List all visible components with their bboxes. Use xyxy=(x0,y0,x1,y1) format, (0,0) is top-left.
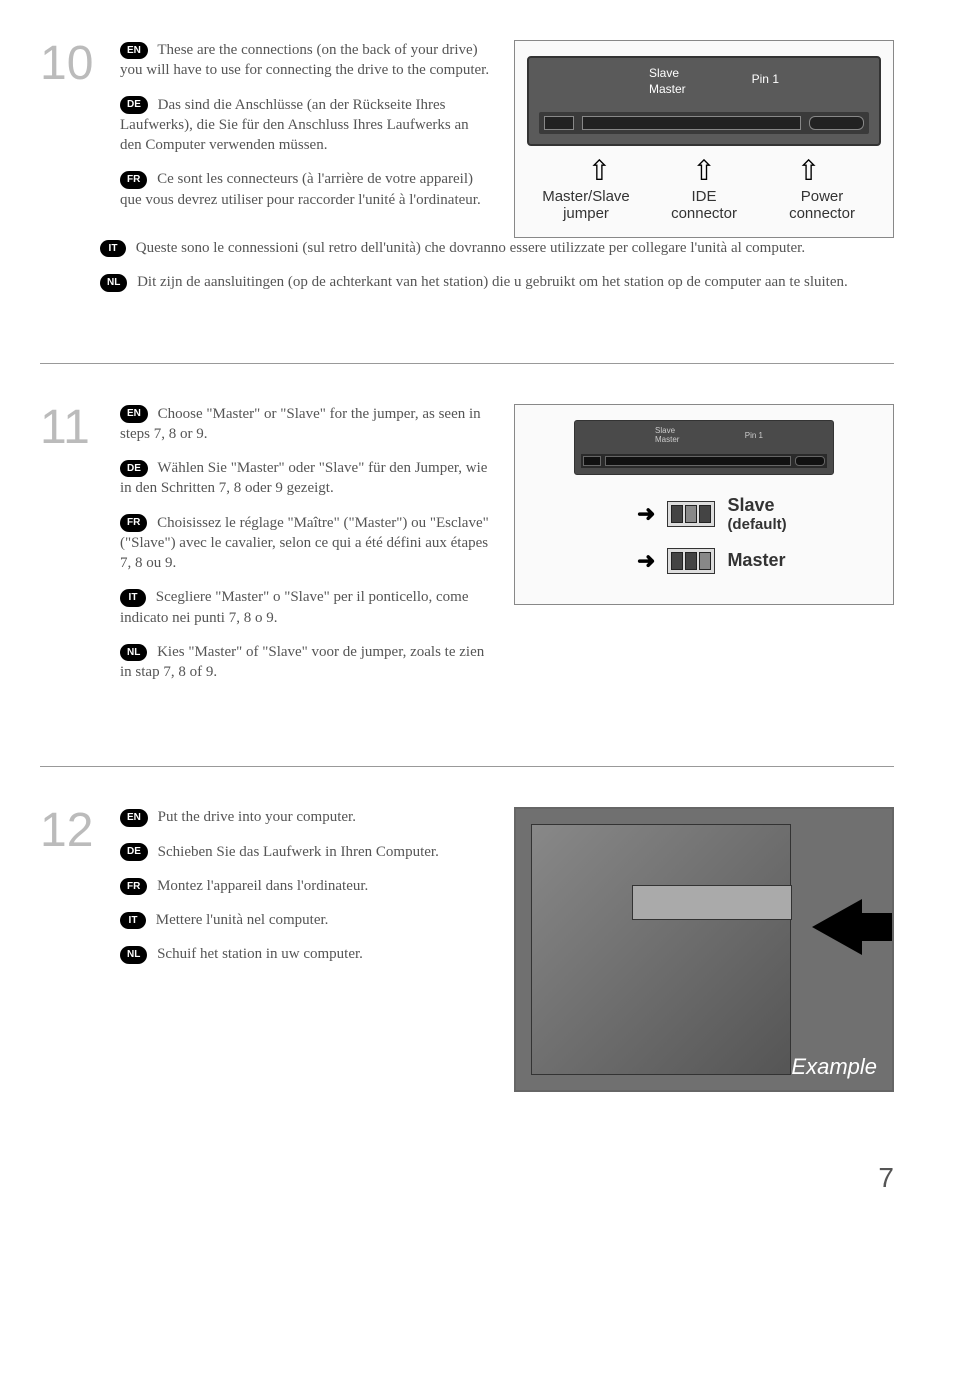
step-11-en: EN Choose "Master" or "Slave" for the ju… xyxy=(120,404,494,445)
step-11-it: IT Scegliere "Master" o "Slave" per il p… xyxy=(120,587,494,628)
text-nl: Dit zijn de aansluitingen (op de achterk… xyxy=(137,274,848,290)
drive-back-view: Slave Master Pin 1 xyxy=(527,56,881,146)
drive-bay-icon xyxy=(632,885,792,920)
text-it: Mettere l'unità nel computer. xyxy=(156,912,329,928)
step-number-11: 11 xyxy=(40,404,100,697)
mini-ide-icon xyxy=(605,456,791,466)
mini-pin-label: Pin 1 xyxy=(745,431,763,440)
step-10: 10 EN These are the connections (on the … xyxy=(40,40,894,293)
pin1-label: Pin 1 xyxy=(752,72,779,86)
slave-option: ➜ Slave (default) xyxy=(637,495,881,533)
text-it: Queste sono le connessioni (sul retro de… xyxy=(136,240,805,256)
badge-nl: NL xyxy=(120,946,147,964)
step-12-fr: FR Montez l'appareil dans l'ordinateur. xyxy=(120,876,494,896)
step-10-it: IT Queste sono le connessioni (sul retro… xyxy=(100,238,894,258)
step-10-nl: NL Dit zijn de aansluitingen (op de acht… xyxy=(100,272,894,292)
text-nl: Schuif het station in uw computer. xyxy=(157,946,363,962)
master-title: Master xyxy=(727,550,785,571)
badge-de: DE xyxy=(120,96,148,114)
power-label: Power connector xyxy=(763,188,881,222)
step-12-text: EN Put the drive into your computer. DE … xyxy=(120,807,494,1092)
step-number-12: 12 xyxy=(40,807,100,1092)
example-label: Example xyxy=(791,1054,877,1080)
step-12-nl: NL Schuif het station in uw computer. xyxy=(120,944,494,964)
badge-it: IT xyxy=(120,589,146,607)
badge-nl: NL xyxy=(120,644,147,662)
installation-photo: Example xyxy=(514,807,894,1092)
step-11-nl: NL Kies "Master" of "Slave" voor de jump… xyxy=(120,642,494,683)
slave-title: Slave xyxy=(727,495,786,516)
badge-en: EN xyxy=(120,809,148,827)
text-fr: Ce sont les connecteurs (à l'arrière de … xyxy=(120,171,481,207)
arrow-right-icon: ➜ xyxy=(637,548,655,574)
step-number-10: 10 xyxy=(40,40,100,238)
slave-label: Slave xyxy=(649,66,679,80)
section-divider xyxy=(40,766,894,767)
arrow-up-icon: ⇧ xyxy=(588,154,611,188)
jumper-connector-icon xyxy=(544,116,574,130)
badge-en: EN xyxy=(120,405,148,423)
badge-nl: NL xyxy=(100,274,127,292)
badge-en: EN xyxy=(120,42,148,60)
master-jumper-icon xyxy=(667,548,715,574)
step-12-diagram: Example xyxy=(514,807,894,1092)
badge-fr: FR xyxy=(120,878,147,896)
text-en: Choose "Master" or "Slave" for the jumpe… xyxy=(120,406,481,442)
step-12-it: IT Mettere l'unità nel computer. xyxy=(120,910,494,930)
step-10-en: EN These are the connections (on the bac… xyxy=(120,40,494,81)
step-10-text: EN These are the connections (on the bac… xyxy=(120,40,494,238)
ide-label: IDE connector xyxy=(645,188,763,222)
step-12-de: DE Schieben Sie das Laufwerk in Ihren Co… xyxy=(120,842,494,862)
step-11-text: EN Choose "Master" or "Slave" for the ju… xyxy=(120,404,494,697)
text-en: These are the connections (on the back o… xyxy=(120,42,489,78)
master-option: ➜ Master xyxy=(637,548,881,574)
text-it: Scegliere "Master" o "Slave" per il pont… xyxy=(120,589,468,625)
step-11: 11 EN Choose "Master" or "Slave" for the… xyxy=(40,404,894,697)
badge-de: DE xyxy=(120,460,148,478)
slave-jumper-icon xyxy=(667,501,715,527)
slave-subtitle: (default) xyxy=(727,516,786,533)
mini-master-label: Master xyxy=(655,435,679,444)
step-10-fr: FR Ce sont les connecteurs (à l'arrière … xyxy=(120,169,494,210)
arrow-up-icon: ⇧ xyxy=(692,154,715,188)
pc-case-icon xyxy=(531,824,791,1075)
jumper-diagram: Slave Master Pin 1 ➜ Slave xyxy=(514,404,894,605)
badge-fr: FR xyxy=(120,514,147,532)
text-nl: Kies "Master" of "Slave" voor de jumper,… xyxy=(120,644,484,680)
badge-de: DE xyxy=(120,843,148,861)
step-11-fr: FR Choisissez le réglage "Maître" ("Mast… xyxy=(120,513,494,574)
jumper-label: Master/Slave jumper xyxy=(527,188,645,222)
arrow-up-icon: ⇧ xyxy=(797,154,820,188)
power-connector-icon xyxy=(809,116,864,130)
step-12-en: EN Put the drive into your computer. xyxy=(120,807,494,827)
master-label: Master xyxy=(649,82,686,96)
text-fr: Choisissez le réglage "Maître" ("Master"… xyxy=(120,515,489,572)
step-10-diagram: Slave Master Pin 1 ⇧ ⇧ ⇧ Maste xyxy=(514,40,894,238)
section-divider xyxy=(40,363,894,364)
badge-it: IT xyxy=(120,912,146,930)
connector-diagram: Slave Master Pin 1 ⇧ ⇧ ⇧ Maste xyxy=(514,40,894,238)
insert-arrow-icon xyxy=(812,899,862,955)
text-fr: Montez l'appareil dans l'ordinateur. xyxy=(157,878,368,894)
text-de: Wählen Sie "Master" oder "Slave" für den… xyxy=(120,460,487,496)
badge-it: IT xyxy=(100,240,126,258)
text-de: Schieben Sie das Laufwerk in Ihren Compu… xyxy=(158,844,439,860)
page-number: 7 xyxy=(40,1162,894,1194)
step-10-de: DE Das sind die Anschlüsse (an der Rücks… xyxy=(120,95,494,156)
step-11-diagram: Slave Master Pin 1 ➜ Slave xyxy=(514,404,894,697)
text-de: Das sind die Anschlüsse (an der Rückseit… xyxy=(120,97,469,154)
mini-drive-back: Slave Master Pin 1 xyxy=(574,420,834,475)
mini-power-icon xyxy=(795,456,825,466)
mini-jumper-icon xyxy=(583,456,601,466)
step-12: 12 EN Put the drive into your computer. … xyxy=(40,807,894,1092)
arrow-right-icon: ➜ xyxy=(637,501,655,527)
ide-connector-icon xyxy=(582,116,801,130)
badge-fr: FR xyxy=(120,171,147,189)
step-11-de: DE Wählen Sie "Master" oder "Slave" für … xyxy=(120,458,494,499)
text-en: Put the drive into your computer. xyxy=(158,809,356,825)
mini-slave-label: Slave xyxy=(655,426,675,435)
